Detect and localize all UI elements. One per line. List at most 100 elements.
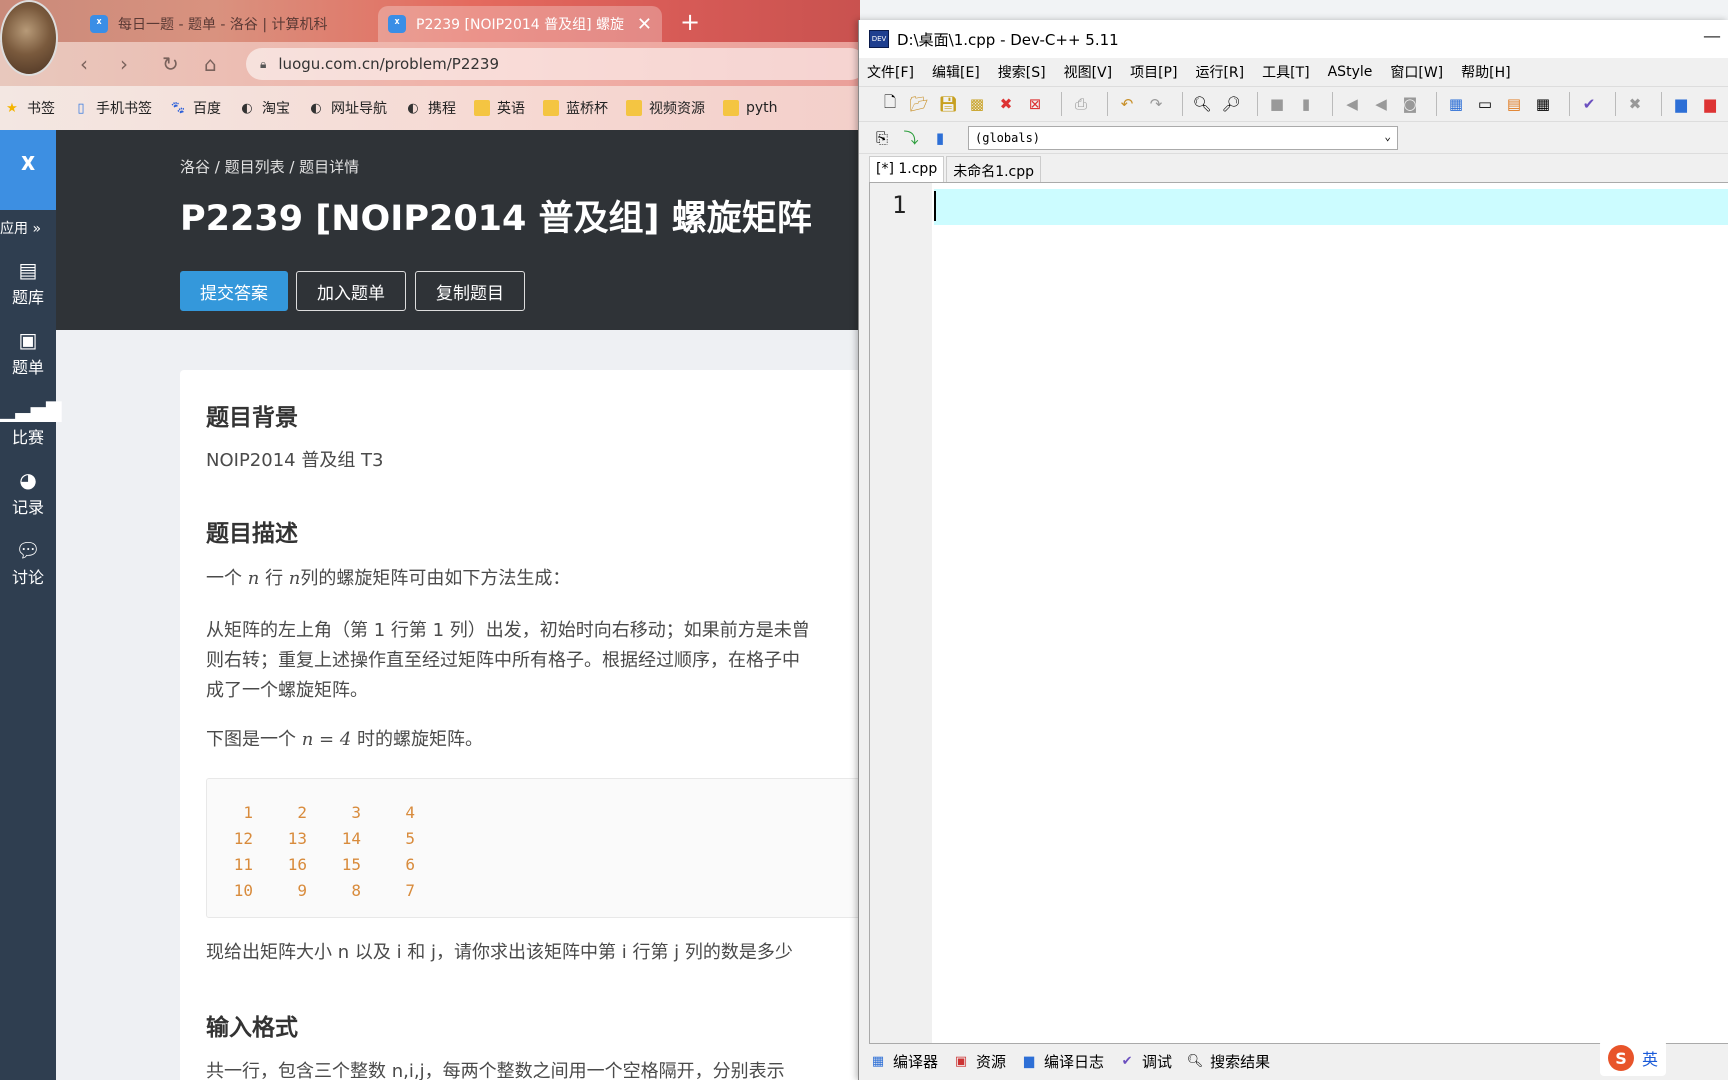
devcpp-window: DEV D:\桌面\1.cpp - Dev-C++ 5.11 — 文件[F] 编… (858, 20, 1728, 1080)
save-all-icon[interactable]: ▩ (966, 93, 988, 115)
stop-icon[interactable]: ✖ (1624, 93, 1646, 115)
matrix-cell: 4 (405, 802, 415, 822)
bookmark-item[interactable]: ▯ 手机书签 (73, 98, 152, 118)
apps-toggle[interactable]: 应用 » (0, 218, 41, 238)
bookmarks-bar: ★ 书签 ▯ 手机书签 🐾︎ 百度 ◐ 淘宝 ◐ 网址导航 ◐ 携程 英语 蓝桥杯 视频资源… (0, 86, 860, 130)
code-editor[interactable]: 1 (869, 182, 1728, 1044)
bookmark-label: 视频资源 (649, 101, 705, 117)
chart-icon[interactable]: ▆ (1670, 93, 1692, 115)
sidebar-item-records[interactable]: ◕ 记录 (0, 468, 56, 518)
bookmark-item[interactable]: ◐ 淘宝 (239, 98, 290, 118)
matrix-row: 12 13 14 5 (217, 825, 433, 851)
goto-forward-icon[interactable]: ◀ (1370, 93, 1392, 115)
bookmark-folder[interactable]: pyth (723, 100, 778, 116)
goto-line-icon[interactable]: ⤵ (900, 127, 922, 149)
unindent-icon[interactable]: ▮ (1295, 93, 1317, 115)
add-to-list-button[interactable]: 加入题单 (296, 271, 406, 311)
close-all-icon[interactable]: ⊠ (1024, 93, 1046, 115)
toolbar-divider (1615, 92, 1616, 116)
close-file-icon[interactable]: ✖ (995, 93, 1017, 115)
bookmark-label: 携程 (428, 101, 456, 117)
goto-back-icon[interactable]: ◀ (1341, 93, 1363, 115)
rebuild-icon[interactable]: ▦ (1532, 93, 1554, 115)
menu-help[interactable]: 帮助[H] (1461, 62, 1510, 82)
save-icon[interactable]: 💾︎ (937, 93, 959, 115)
breadcrumb[interactable]: 洛谷 / 题目列表 / 题目详情 (180, 156, 359, 177)
bookmark-folder[interactable]: 英语 (474, 98, 525, 118)
matrix-row: 10 9 8 7 (217, 877, 433, 903)
editor-tab-1cpp[interactable]: [*] 1.cpp (869, 156, 945, 182)
insert-icon[interactable]: ⎘ (871, 127, 893, 149)
print-icon[interactable]: ⎙ (1070, 93, 1092, 115)
text-run: 一个 (206, 568, 242, 589)
luogu-logo[interactable]: ᕽ (0, 130, 56, 210)
line-number: 1 (892, 191, 907, 219)
copy-problem-button[interactable]: 复制题目 (415, 271, 525, 311)
tab-debug[interactable]: ✔ 调试 (1118, 1051, 1172, 1072)
check-icon[interactable]: ✔ (1578, 93, 1600, 115)
redo-icon[interactable]: ↷ (1145, 93, 1167, 115)
open-file-icon[interactable]: 📂︎ (908, 93, 930, 115)
address-bar[interactable]: 🔒︎ luogu.com.cn/problem/P2239 (246, 48, 860, 80)
new-tab-icon[interactable]: + (680, 8, 700, 36)
background-text: NOIP2014 普及组 T3 (206, 450, 384, 471)
menu-window[interactable]: 窗口[W] (1390, 62, 1443, 82)
bookmark-toggle-icon[interactable]: ◙ (1399, 93, 1421, 115)
bar-chart-icon: ▁▃▅▇ (0, 398, 62, 422)
scope-select-value: (globals) (975, 130, 1041, 145)
undo-icon[interactable]: ↶ (1116, 93, 1138, 115)
browser-tab-daily[interactable]: ᕽ 每日一题 - 题单 - 洛谷 | 计算机科 (80, 6, 370, 42)
matrix-code-block: 1234 12 13 14 5 11 16 15 6 10 9 8 7 (206, 778, 860, 918)
bookmark-item[interactable]: ◐ 网址导航 (308, 98, 387, 118)
bookmark-folder[interactable]: 蓝桥杯 (543, 98, 608, 118)
tab-compile-log[interactable]: ▆ 编译日志 (1020, 1051, 1104, 1072)
bookmark-item[interactable]: ◐ 携程 (405, 98, 456, 118)
bookmark-item[interactable]: 🐾︎ 百度 (170, 98, 221, 118)
tab-resources[interactable]: ▣ 资源 (952, 1051, 1006, 1072)
new-file-icon[interactable]: 🗋︎ (879, 93, 901, 115)
devcpp-titlebar[interactable]: DEV D:\桌面\1.cpp - Dev-C++ 5.11 — (859, 20, 1728, 58)
avatar[interactable] (0, 0, 58, 76)
menu-run[interactable]: 运行[R] (1195, 62, 1244, 82)
editor-tab-untitled[interactable]: 未命名1.cpp (946, 156, 1042, 182)
sidebar-item-contests[interactable]: ▁▃▅▇ 比赛 (0, 398, 62, 448)
sidebar-item-discuss[interactable]: 💬︎ 讨论 (0, 538, 56, 588)
ime-indicator[interactable]: S 英 (1600, 1040, 1667, 1076)
sidebar-item-lists[interactable]: ▣ 题单 (0, 328, 56, 378)
bookmark-label: 英语 (497, 101, 525, 117)
tab-compiler[interactable]: ▦ 编译器 (869, 1051, 938, 1072)
sidebar-item-problems[interactable]: ▤ 题库 (0, 258, 56, 308)
compile-run-icon[interactable]: ▤ (1503, 93, 1525, 115)
menu-tools[interactable]: 工具[T] (1262, 62, 1309, 82)
bookmark-item[interactable]: ★ 书签 (4, 98, 55, 118)
matrix-row: 11 16 15 6 (217, 851, 433, 877)
indent-icon[interactable]: ■ (1266, 93, 1288, 115)
menu-astyle[interactable]: AStyle (1328, 64, 1373, 80)
reload-icon[interactable]: ↻ (162, 52, 179, 76)
bookmark-folder[interactable]: 视频资源 (626, 98, 705, 118)
toolbar-divider (1569, 92, 1570, 116)
compile-icon[interactable]: ▦ (1445, 93, 1467, 115)
close-icon[interactable]: ✕ (637, 14, 652, 35)
forward-icon[interactable]: › (120, 52, 128, 76)
scope-select[interactable]: (globals) ⌄ (968, 125, 1398, 150)
bookmark-icon[interactable]: ▮ (929, 127, 951, 149)
toolbar-divider (1061, 92, 1062, 116)
minimize-icon[interactable]: — (1703, 26, 1721, 47)
menu-file[interactable]: 文件[F] (867, 62, 914, 82)
menu-search[interactable]: 搜索[S] (998, 62, 1046, 82)
run-icon[interactable]: ▭ (1474, 93, 1496, 115)
tab-search-results[interactable]: 🔍︎ 搜索结果 (1186, 1051, 1270, 1072)
home-icon[interactable]: ⌂ (204, 52, 217, 76)
profile-delete-icon[interactable]: ▆ (1699, 93, 1721, 115)
browser-tab-problem[interactable]: ᕽ P2239 [NOIP2014 普及组] 螺旋 ✕ (378, 6, 662, 42)
replace-icon[interactable]: 🔎︎ (1220, 93, 1242, 115)
back-icon[interactable]: ‹ (80, 52, 88, 76)
matrix-cell: 16 (287, 854, 307, 874)
menu-edit[interactable]: 编辑[E] (932, 62, 980, 82)
submit-answer-button[interactable]: 提交答案 (180, 271, 288, 311)
menu-view[interactable]: 视图[V] (1064, 62, 1113, 82)
find-icon[interactable]: 🔍︎ (1191, 93, 1213, 115)
current-line-highlight (934, 189, 1728, 225)
menu-project[interactable]: 项目[P] (1130, 62, 1177, 82)
